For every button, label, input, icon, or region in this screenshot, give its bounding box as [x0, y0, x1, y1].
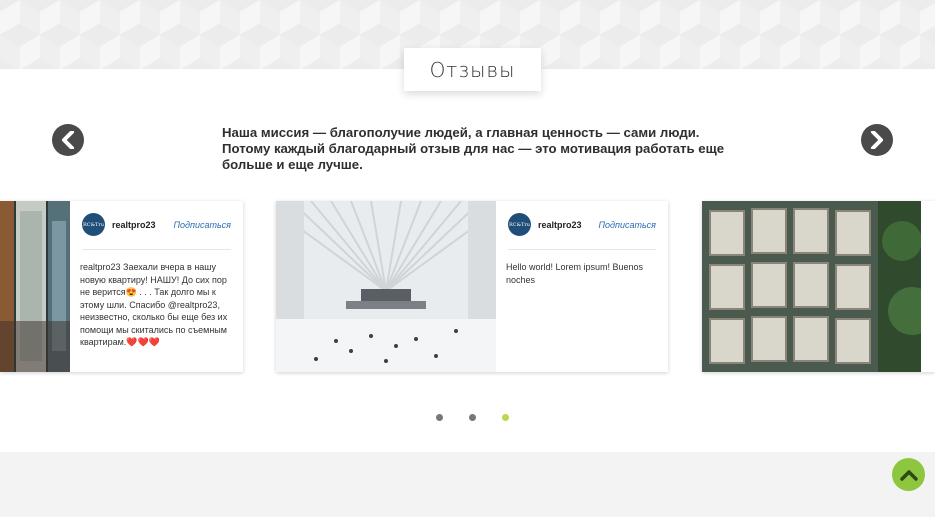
chevron-up-icon: [899, 469, 918, 481]
pagination-dot[interactable]: [469, 414, 476, 421]
footer-section: [0, 452, 935, 517]
avatar[interactable]: RC&Tru: [82, 213, 105, 236]
review-header: RC&Tru realtpro23 Подписаться: [508, 213, 656, 250]
chevron-right-icon: [871, 131, 883, 149]
review-card: RC&Tru realtpro23 Подписаться Hello worl…: [276, 201, 668, 372]
section-title: Отзывы: [404, 48, 541, 91]
carousel-prev-button[interactable]: [52, 124, 84, 156]
review-header: RC&Tru realtpro23 Подписаться: [82, 213, 231, 250]
carousel-next-button[interactable]: [861, 124, 893, 156]
review-card: RC&Tru realtpro23 Подписаться realtpro23…: [0, 201, 243, 372]
review-username[interactable]: realtpro23: [538, 220, 582, 230]
follow-link[interactable]: Подписаться: [173, 220, 231, 230]
follow-link[interactable]: Подписаться: [598, 220, 656, 230]
review-text: realtpro23 Заехали вчера в нашу новую кв…: [80, 262, 228, 347]
review-photo: [276, 201, 496, 372]
scroll-to-top-button[interactable]: [892, 458, 925, 491]
mission-text: Наша миссия — благополучие людей, а глав…: [222, 125, 725, 172]
pagination-dot[interactable]: [436, 414, 443, 421]
review-card: [702, 201, 935, 372]
review-text: Hello world! Lorem ipsum! Buenos noches: [506, 262, 644, 285]
review-photo: [702, 201, 921, 372]
review-photo: [0, 201, 70, 372]
review-username[interactable]: realtpro23: [112, 220, 156, 230]
pagination-dot-active[interactable]: [502, 414, 509, 421]
chevron-left-icon: [62, 131, 74, 149]
carousel-pagination: [436, 414, 511, 422]
avatar[interactable]: RC&Tru: [508, 213, 531, 236]
